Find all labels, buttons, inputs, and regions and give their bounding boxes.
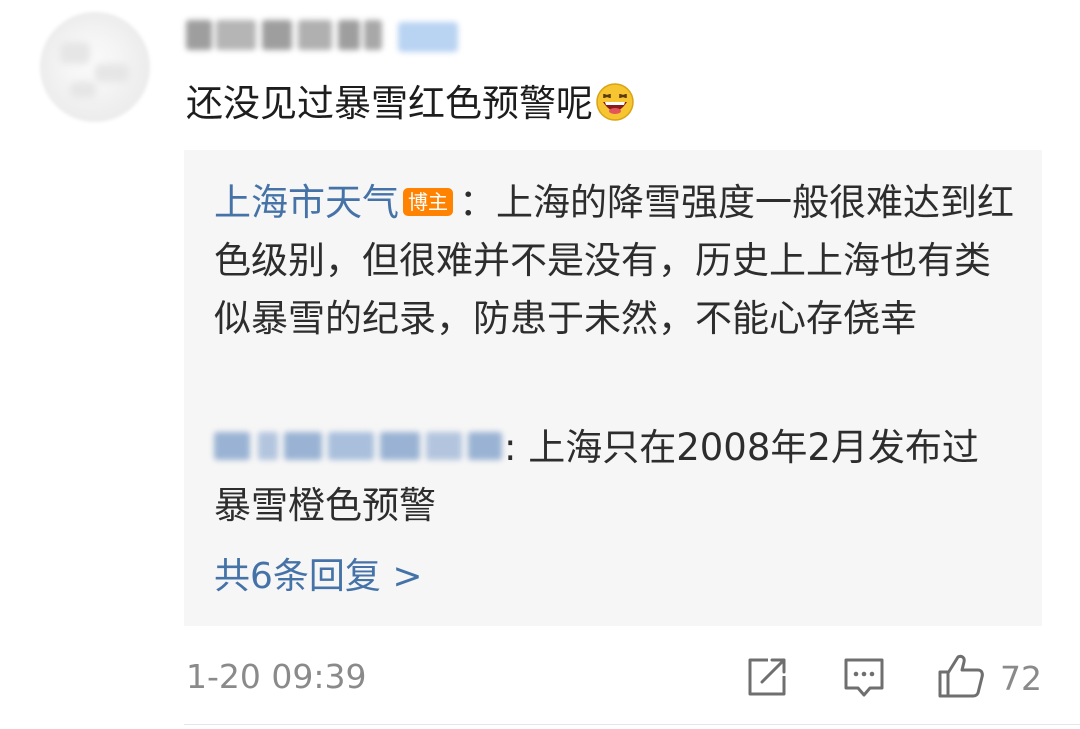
reply-item: : 上海只在2008年2月发布过暴雪橙色预警 [214, 419, 1014, 535]
reply-separator: : [504, 426, 517, 469]
user-level-badge [398, 22, 458, 52]
thumbs-up-icon[interactable] [936, 652, 986, 700]
reply-separator: ： [459, 181, 496, 224]
view-all-replies-link[interactable]: 共6条回复 > [214, 548, 423, 606]
laughing-emoji-icon [596, 83, 634, 121]
comment-icon[interactable] [840, 654, 888, 700]
author-badge: 博主 [403, 188, 453, 216]
comment-card: 还没见过暴雪红色预警呢 上海市天气 博主 ：上海的降雪强度一般很难达到红色级别，但很… [0, 0, 1080, 729]
username-blurred[interactable] [186, 12, 386, 58]
reply-author[interactable]: 上海市天气 [214, 181, 399, 224]
divider [184, 724, 1080, 725]
comment-body: 还没见过暴雪红色预警呢 [186, 74, 635, 134]
like-count: 72 [1000, 659, 1042, 698]
reply-author-blurred[interactable] [214, 426, 504, 466]
timestamp: 1-20 09:39 [186, 657, 367, 696]
reply-preview-box[interactable]: 上海市天气 博主 ：上海的降雪强度一般很难达到红色级别，但很难并不是没有，历史上上海… [184, 150, 1042, 626]
avatar[interactable] [40, 12, 150, 122]
share-icon[interactable] [744, 654, 790, 700]
reply-item: 上海市天气 博主 ：上海的降雪强度一般很难达到红色级别，但很难并不是没有，历史上上海… [214, 174, 1014, 348]
comment-text: 还没见过暴雪红色预警呢 [186, 82, 593, 125]
